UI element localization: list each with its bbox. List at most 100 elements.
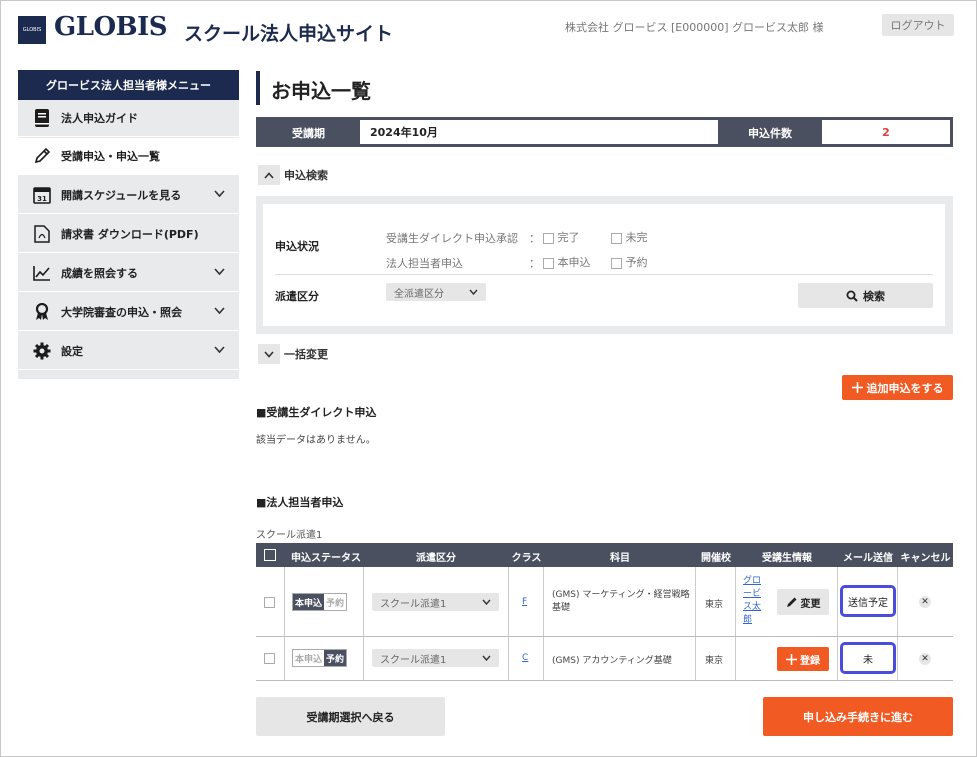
status-main[interactable]: 本申込 [293,650,325,666]
site-title: スクール法人申込サイト [184,23,394,45]
row-checkbox[interactable] [264,597,275,608]
pdf-icon [32,224,52,244]
dispatch-select[interactable]: 全派遣区分 [386,283,486,301]
plus-icon [851,382,863,393]
sidebar-item-settings[interactable]: 設定 [18,333,239,370]
dispatch-select[interactable]: スクール派遣1 [372,649,499,667]
cancel-icon[interactable]: ✕ [919,653,931,665]
sidebar-item-label: 設定 [61,345,83,358]
change-student-button[interactable]: 変更 [777,589,829,615]
select-all-checkbox[interactable] [264,549,276,561]
sidebar: 法人申込ガイド 受講申込・申込一覧 31 開講スケジュールを見る 請求書 ダウン… [18,100,239,379]
back-button[interactable]: 受講期選択へ戻る [256,697,445,736]
table-header: 申込ステータス 派遣区分 クラス 科目 開催校 受講生情報 メール送信 キャンセ… [256,543,953,567]
colon: ： [529,232,540,245]
corp-application-label: 法人担当者申込 [386,257,463,270]
add-application-button[interactable]: 追加申込をする [842,375,953,400]
chevron-down-icon[interactable] [214,188,225,201]
mail-status[interactable]: 未 [840,642,896,674]
colon: ： [529,257,540,270]
sidebar-item-grades[interactable]: 成績を照会する [18,255,239,292]
class-link[interactable]: C [522,653,528,663]
table-row: 本申込 予約 スクール派遣1 F (GMS) マーケティング・経営戦略基礎 東京… [256,567,953,637]
checkbox-corp-reserve[interactable]: 予約 [611,254,648,270]
mail-status[interactable]: 送信予定 [840,585,896,617]
status-label: 申込状況 [275,240,319,253]
search-icon [846,290,858,302]
student-name-link[interactable]: グロービス太郎 [743,575,765,627]
chevron-down-icon [482,599,491,605]
period-value: 2024年10月 [360,120,718,144]
direct-section-title: ■受講生ダイレクト申込 [256,406,377,419]
school-dispatch-label: スクール派遣1 [256,530,323,541]
dispatch-select[interactable]: スクール派遣1 [372,593,499,611]
divider [275,274,933,275]
th-class: クラス [511,553,542,564]
chevron-down-icon [482,655,491,661]
status-reserve[interactable]: 予約 [324,650,347,666]
count-value: 2 [822,120,950,144]
bulk-change-label: 一括変更 [284,348,328,361]
row-checkbox[interactable] [264,653,275,664]
search-button[interactable]: 検索 [798,283,933,308]
th-cancel: キャンセル [900,553,951,564]
school-text: 東京 [705,600,724,610]
checkbox-direct-complete[interactable]: 完了 [543,229,580,245]
pencil-icon [32,146,52,166]
dispatch-label: 派遣区分 [275,290,319,303]
status-toggle[interactable]: 本申込 予約 [292,649,348,667]
sidebar-item-invoice[interactable]: 請求書 ダウンロード(PDF) [18,216,239,253]
plus-icon [786,653,797,665]
th-subject: 科目 [610,553,630,564]
count-label: 申込件数 [748,127,792,140]
sidebar-item-label: 大学院審査の申込・照会 [61,306,182,319]
sidebar-title: グロービス法人担当者様メニュー [18,70,239,100]
chevron-up-icon[interactable] [258,165,280,185]
direct-approval-label: 受講生ダイレクト申込承認 [386,232,518,245]
calendar-icon: 31 [32,185,52,205]
chart-line-icon [32,263,52,283]
sidebar-item-label: 法人申込ガイド [61,112,138,125]
pencil-icon [786,597,796,607]
sidebar-item-label: 請求書 ダウンロード(PDF) [61,228,199,241]
page-title: お申込一覧 [271,79,371,103]
checkbox-direct-incomplete[interactable]: 未完 [611,229,648,245]
chevron-down-icon[interactable] [258,344,280,364]
th-mail: メール送信 [843,553,893,564]
table-row: 本申込 予約 スクール派遣1 C (GMS) アカウンティング基礎 東京 登録 … [256,637,953,681]
svg-text:31: 31 [37,195,47,203]
gear-icon [32,341,52,361]
sidebar-item-schedule[interactable]: 31 開講スケジュールを見る [18,177,239,214]
corp-section-title: ■法人担当者申込 [256,496,344,509]
chevron-down-icon[interactable] [214,266,225,279]
status-toggle[interactable]: 本申込 予約 [292,593,348,611]
register-student-button[interactable]: 登録 [777,647,829,671]
sidebar-item-application-list[interactable]: 受講申込・申込一覧 [18,138,239,175]
th-school: 開催校 [701,553,731,564]
class-link[interactable]: F [522,597,527,607]
globis-logo[interactable]: GLOBIS [54,12,168,42]
checkbox-corp-main[interactable]: 本申込 [543,254,591,270]
status-main[interactable]: 本申込 [293,594,325,610]
status-reserve[interactable]: 予約 [324,594,347,610]
chevron-down-icon[interactable] [214,305,225,318]
th-status: 申込ステータス [291,553,361,564]
sidebar-item-guide[interactable]: 法人申込ガイド [18,100,239,137]
no-data-message: 該当データはありません。 [256,435,376,446]
logout-button[interactable]: ログアウト [882,14,954,36]
title-accent-bar [256,71,260,105]
sidebar-item-label: 開講スケジュールを見る [61,189,182,202]
sidebar-item-label: 成績を照会する [61,267,138,280]
cancel-icon[interactable]: ✕ [919,596,931,608]
chevron-down-icon[interactable] [214,344,225,357]
book-icon [32,108,52,128]
school-text: 東京 [705,656,724,666]
sidebar-item-graduate-review[interactable]: 大学院審査の申込・照会 [18,294,239,331]
user-info: 株式会社 グロービス [E000000] グロービス太郎 様 [565,21,824,34]
search-toggle[interactable]: 申込検索 [258,165,328,185]
logo-mark: GLOBIS [18,16,46,44]
proceed-button[interactable]: 申し込み手続きに進む [763,697,953,736]
award-icon [32,302,52,322]
th-dispatch: 派遣区分 [416,553,456,564]
bulk-change-toggle[interactable]: 一括変更 [258,344,328,364]
